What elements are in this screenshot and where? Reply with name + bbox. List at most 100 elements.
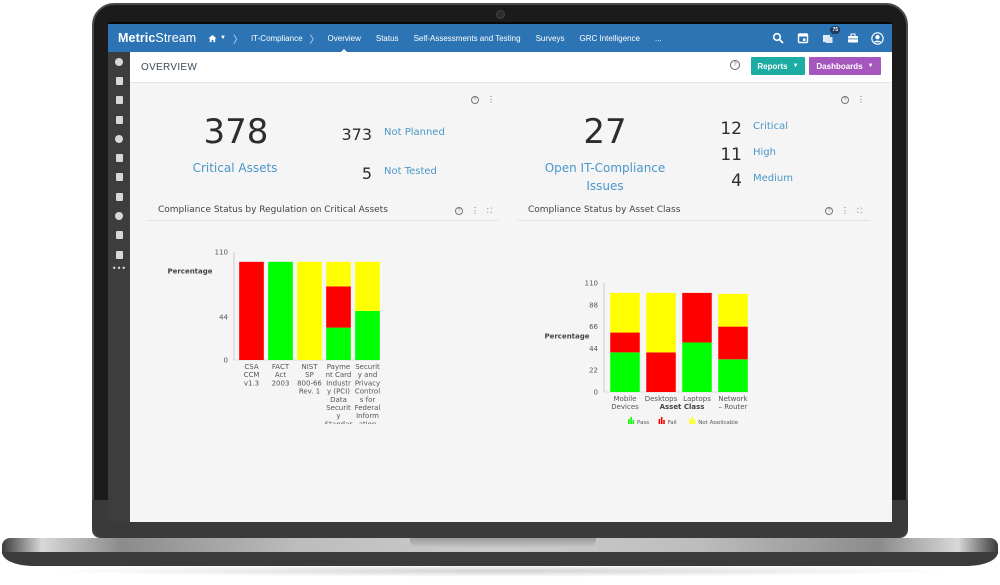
expand-icon[interactable]: ⛶: [857, 207, 862, 215]
critical-assets-link[interactable]: Critical Assets: [170, 159, 300, 177]
not-tested-count: 5: [361, 164, 372, 183]
notifications-button[interactable]: 75: [821, 25, 840, 45]
sidebar-item-6[interactable]: [108, 148, 130, 167]
x-tick-label: NIST: [301, 363, 318, 371]
y-axis-label: Percentage: [167, 268, 212, 276]
chart1-actions: ? ⋮ ⛶: [455, 207, 492, 215]
medium-count: 4: [731, 171, 742, 191]
grid-icon: [115, 192, 123, 201]
help-icon[interactable]: ?: [730, 60, 740, 70]
not-tested-link[interactable]: Not Tested: [384, 166, 437, 177]
nav-more[interactable]: ...: [655, 34, 662, 43]
dashboard-content: ? ⋮ 378 Critical Assets 373 Not Planned …: [130, 84, 892, 522]
bar-segment-not-applicable: [326, 261, 351, 287]
dashboards-dropdown-button[interactable]: Dashboards ▼: [809, 57, 881, 75]
bar-segment-pass: [355, 310, 380, 360]
y-tick-label: 44: [219, 313, 228, 321]
home-menu[interactable]: ▼: [208, 34, 226, 43]
more-options-icon[interactable]: ⋮: [487, 96, 495, 104]
x-tick-label: Payme: [327, 363, 350, 371]
help-icon[interactable]: ?: [455, 207, 463, 215]
open-issues-link[interactable]: Open IT-Compliance Issues: [530, 159, 680, 195]
x-tick-label: Standar: [325, 420, 353, 424]
users-icon: [115, 154, 123, 163]
laptop-notch: [410, 538, 596, 548]
legend-swatch: [632, 420, 635, 424]
bar-segment-fail: [718, 326, 748, 360]
chart1-title: Compliance Status by Regulation on Criti…: [158, 205, 388, 215]
x-tick-label: nt Card: [326, 371, 352, 379]
kpi-issues-actions: ? ⋮: [841, 96, 865, 104]
bar-segment-not-applicable: [297, 261, 322, 360]
expand-icon[interactable]: ⛶: [487, 207, 492, 215]
not-planned-count: 373: [341, 125, 372, 144]
x-tick-label: Laptops: [683, 395, 711, 403]
bar-segment-fail: [610, 332, 640, 353]
nav-grc-intelligence[interactable]: GRC Intelligence: [579, 34, 639, 43]
breadcrumb-separator: 〉: [309, 34, 320, 46]
reports-dropdown-button[interactable]: Reports ▼: [751, 57, 805, 75]
sidebar-item-8[interactable]: [108, 187, 130, 206]
breadcrumb-separator: 〉: [232, 34, 243, 46]
legend-label: Fail: [668, 420, 678, 424]
sidebar-item-9[interactable]: [108, 206, 130, 225]
high-link[interactable]: High: [753, 147, 776, 158]
not-planned-link[interactable]: Not Planned: [384, 127, 445, 138]
search-button[interactable]: [771, 32, 784, 45]
help-icon[interactable]: ?: [841, 96, 849, 104]
sidebar-item-5[interactable]: [108, 129, 130, 148]
y-axis-label: Percentage: [544, 333, 589, 341]
x-tick-label: y (PCI): [327, 388, 350, 396]
critical-link[interactable]: Critical: [753, 121, 788, 132]
nav-surveys[interactable]: Surveys: [536, 34, 565, 43]
chart2-divider: [518, 220, 870, 221]
y-tick-label: 110: [585, 280, 598, 288]
laptop-shadow: [40, 565, 960, 577]
x-tick-label: Devices: [611, 403, 639, 411]
help-icon[interactable]: ?: [825, 207, 833, 215]
x-tick-label: Privacy: [355, 379, 380, 387]
nav-status[interactable]: Status: [376, 34, 399, 43]
chart1-divider: [148, 220, 498, 221]
sidebar-item-11[interactable]: [108, 245, 130, 264]
sidebar-item-2[interactable]: [108, 71, 130, 90]
nav-self-assessments[interactable]: Self-Assessments and Testing: [414, 34, 521, 43]
briefcase-button[interactable]: [846, 32, 859, 45]
sidebar-item-7[interactable]: [108, 168, 130, 187]
nav-overview[interactable]: Overview: [328, 34, 361, 53]
sidebar-item-3[interactable]: [108, 91, 130, 110]
chevron-down-icon: ▼: [867, 63, 874, 69]
x-tick-label: Data: [330, 396, 347, 404]
top-navigation-bar: MetricStream ▼ 〉 IT-Compliance 〉 Overvie…: [108, 24, 892, 53]
more-options-icon[interactable]: ⋮: [857, 96, 865, 104]
legend-swatch: [660, 417, 663, 424]
legend-swatch: [663, 420, 665, 424]
x-axis-label: Asset Class: [660, 403, 705, 411]
brand-logo[interactable]: MetricStream: [118, 31, 208, 45]
sidebar-item-10[interactable]: [108, 226, 130, 245]
legend-swatch: [658, 419, 661, 424]
nav-it-compliance[interactable]: IT-Compliance: [251, 34, 303, 43]
user-profile-button[interactable]: [871, 31, 884, 45]
more-options-icon[interactable]: ⋮: [841, 207, 849, 215]
x-tick-label: Mobile: [614, 395, 637, 403]
sidebar-more-button[interactable]: •••: [108, 264, 130, 278]
chevron-down-icon: ▼: [220, 35, 226, 41]
calendar-button[interactable]: [796, 32, 809, 45]
sidebar-item-1[interactable]: [108, 52, 130, 71]
help-icon[interactable]: ?: [471, 96, 479, 104]
legend-label: Pass: [637, 420, 649, 424]
medium-link[interactable]: Medium: [753, 173, 793, 184]
bar-segment-not-applicable: [355, 261, 380, 311]
more-options-icon[interactable]: ⋮: [471, 207, 479, 215]
user-avatar-icon: [871, 31, 884, 45]
critical-assets-count: 378: [203, 112, 269, 152]
tasks-icon: [822, 35, 832, 43]
x-tick-label: 800-66: [297, 379, 322, 387]
bar-segment-not-applicable: [610, 292, 640, 333]
y-tick-label: 22: [589, 367, 598, 375]
sidebar-item-4[interactable]: [108, 110, 130, 129]
chart2-actions: ? ⋮ ⛶: [825, 207, 862, 215]
camera: [496, 10, 505, 19]
y-tick-label: 110: [215, 249, 228, 257]
